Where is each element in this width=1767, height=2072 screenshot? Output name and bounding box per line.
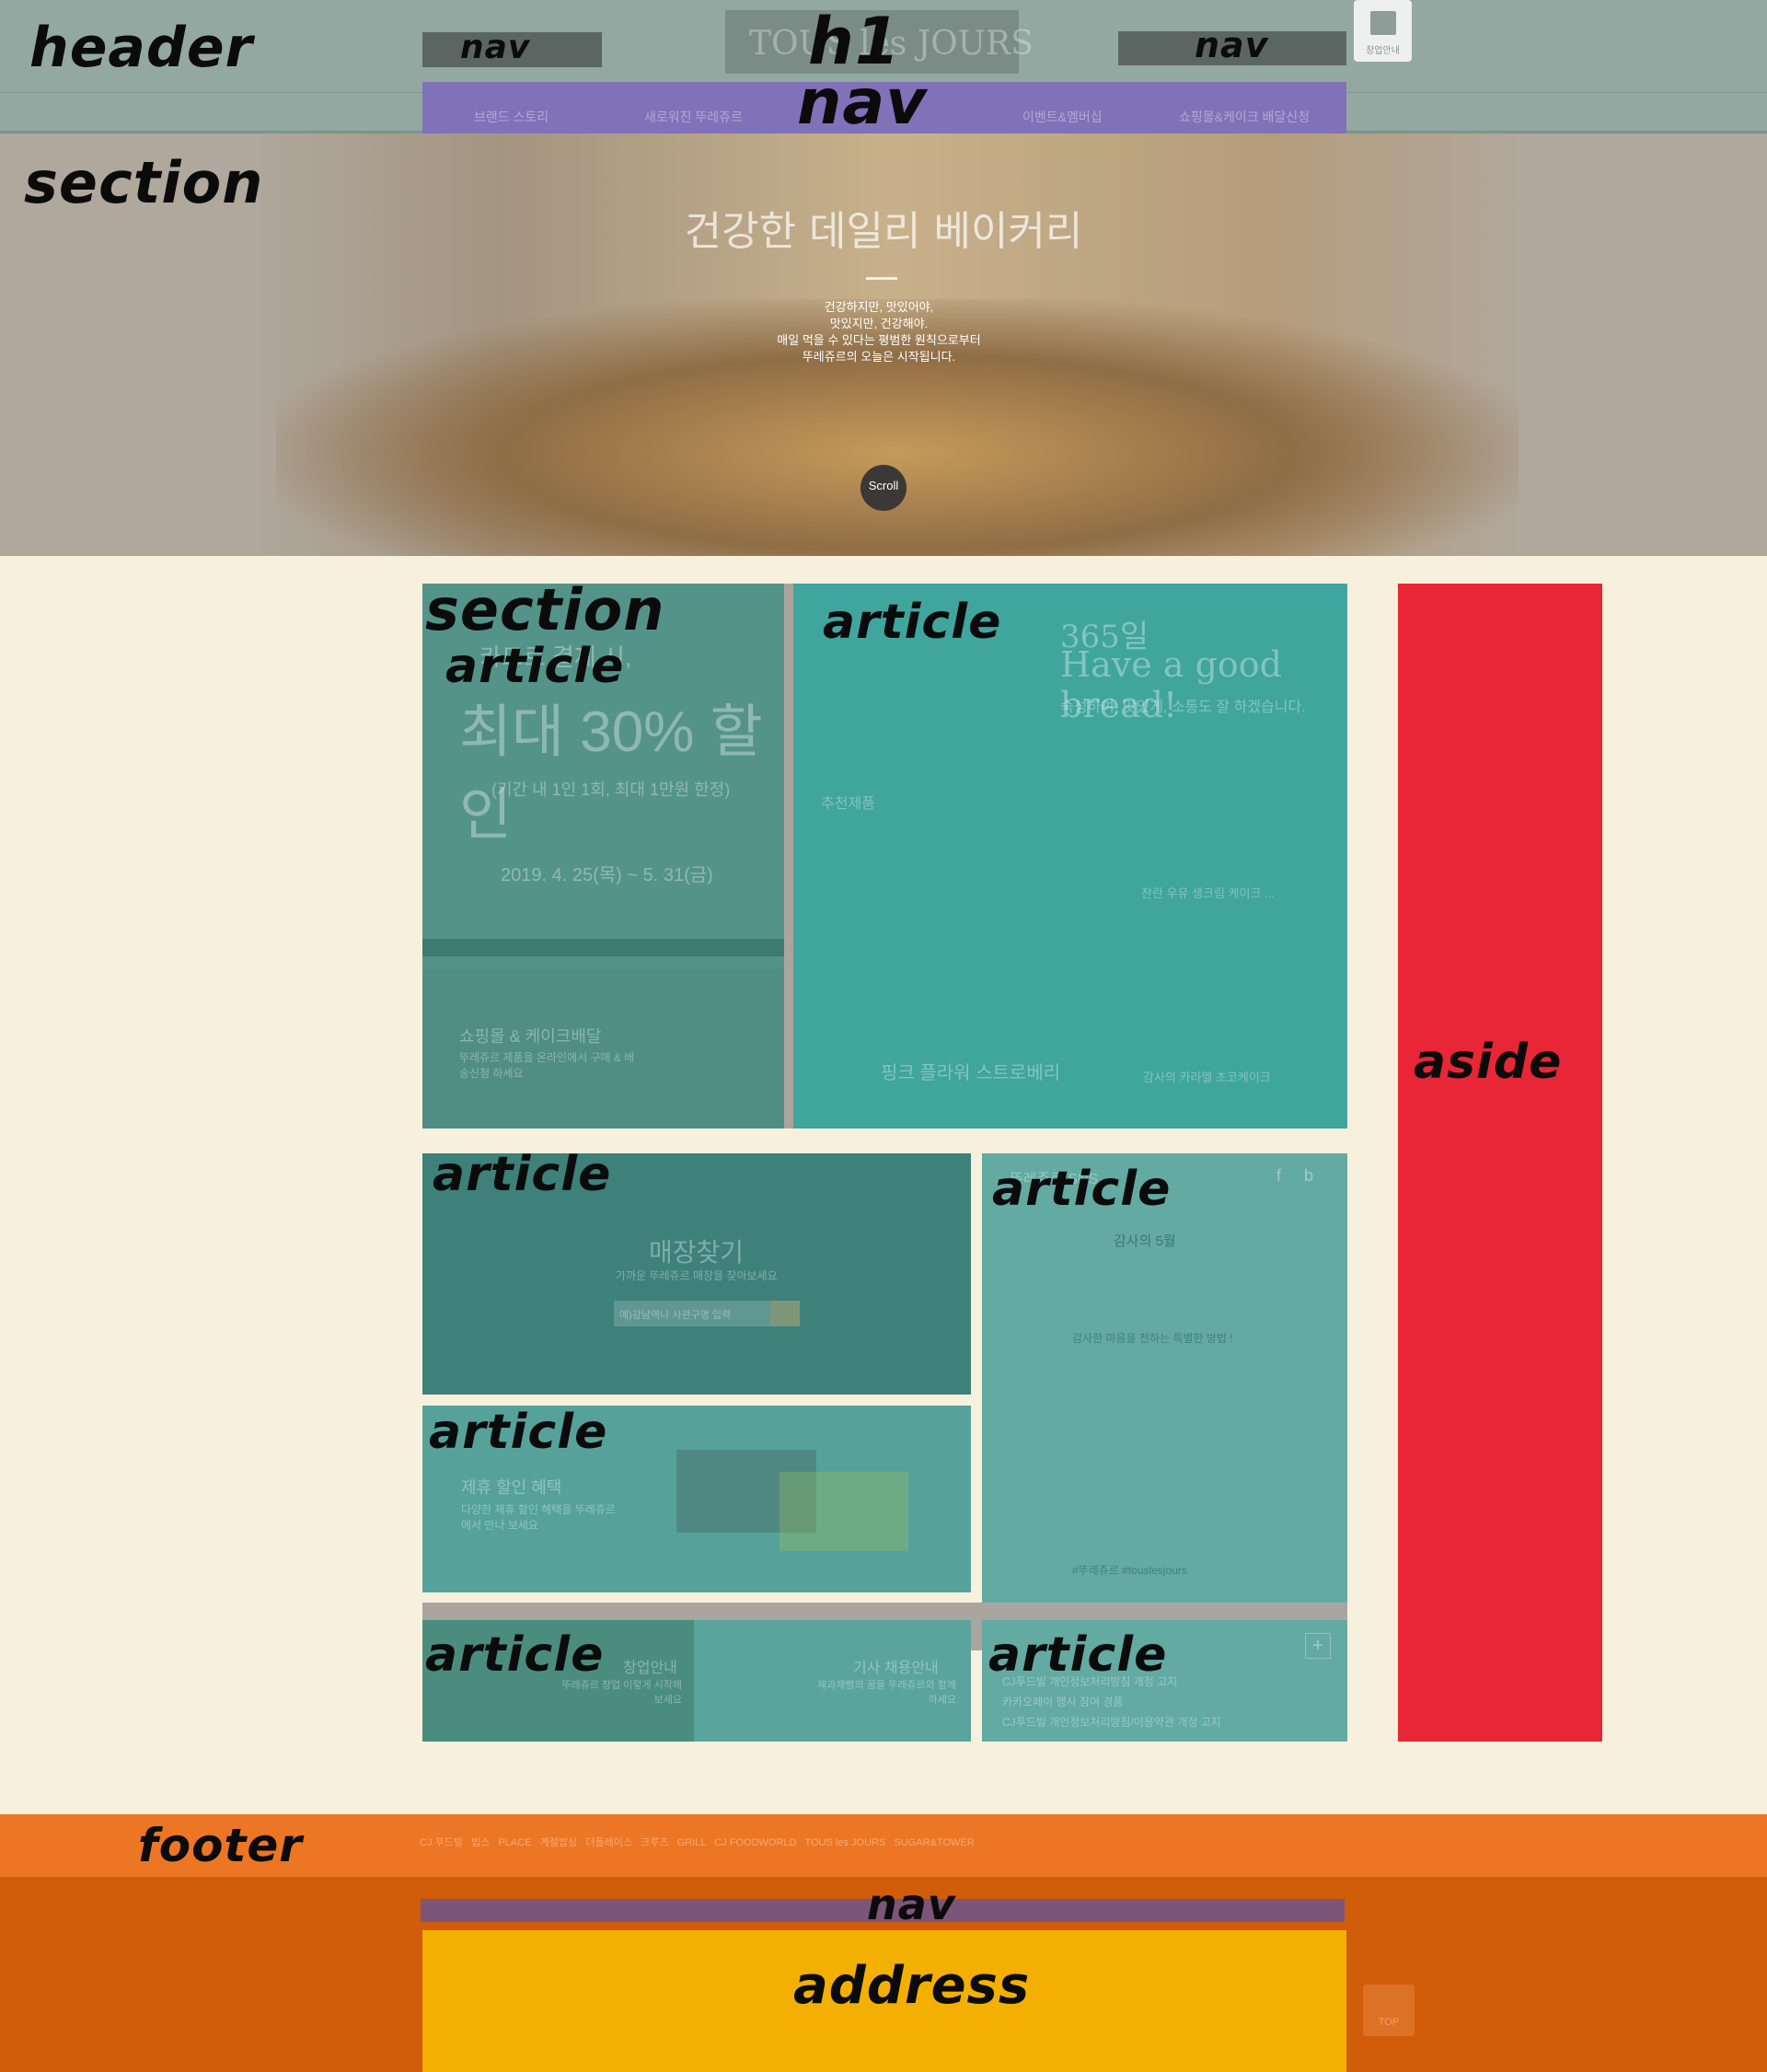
promo-period: 2019. 4. 25(목) ~ 5. 31(금) [501, 865, 713, 886]
label-gnb: nav [797, 66, 928, 139]
facebook-icon[interactable]: f [1276, 1166, 1281, 1186]
label-job-article: article [425, 1627, 605, 1683]
label-store-article: article [433, 1147, 612, 1202]
label-social-nav: nav [460, 29, 531, 66]
family-brand[interactable]: 크루즈 [641, 1837, 668, 1848]
family-brand[interactable]: TOUS les JOURS [804, 1837, 885, 1848]
family-brand[interactable]: SUGAR&TOWER [894, 1837, 974, 1848]
search-icon[interactable] [770, 1301, 800, 1326]
recommend-article[interactable]: 365일 Have a good bread! 숙성하여, 맛있게, 소통도 잘… [793, 584, 1347, 1129]
hero-line: 맛있지만, 건강해야. [829, 317, 929, 330]
family-brand[interactable]: GRILL [677, 1837, 706, 1848]
store-sub: 가까운 뚜레쥬르 매장을 찾아보세요 [616, 1269, 778, 1282]
label-sns-article: article [992, 1162, 1172, 1217]
product-name[interactable]: 찬란 우유 생크림 케이크 ... [1141, 884, 1275, 901]
shop-banner[interactable]: 쇼핑몰 & 케이크배달 뚜레쥬르 제품을 온라인에서 구매 & 배송신청 하세요 [422, 968, 784, 1129]
slogan-sub: 숙성하여, 맛있게, 소통도 잘 하겠습니다. [1060, 700, 1306, 715]
store-title: 매장찾기 [649, 1238, 745, 1267]
family-brand-list[interactable]: CJ 푸드빌 빕스 PLACE 계절밥상 더플레이스 크루즈 GRILL CJ … [420, 1835, 975, 1849]
card-image [780, 1472, 908, 1551]
hero-section: 건강한 데일리 베이커리 건강하지만, 맛있어야, 맛있지만, 건강해야. 매일… [0, 133, 1767, 556]
family-brand[interactable]: 더플레이스 [585, 1837, 632, 1848]
family-brand[interactable]: CJ FOODWORLD [714, 1837, 796, 1848]
gnb-item-brand-story[interactable]: 브랜드 스토리 [474, 108, 549, 126]
job-right-title: 기사 채용안내 [853, 1661, 939, 1676]
blog-icon[interactable]: b [1304, 1166, 1313, 1186]
promo-big: 최대 30% 할인 [459, 700, 763, 847]
partner-desc: 다양한 제휴 할인 혜택을 뚜레쥬르에서 만나 보세요 [461, 1503, 616, 1532]
store-icon [1370, 11, 1396, 35]
label-footer-nav: nav [867, 1880, 956, 1929]
scroll-button[interactable]: Scroll [860, 465, 907, 511]
promo-sub: (기간 내 1인 1회, 최대 1만원 한정) [491, 781, 731, 799]
job-left-title: 창업안내 [623, 1661, 677, 1676]
gnb-item-new[interactable]: 새로워진 뚜레쥬르 [644, 108, 743, 126]
recommend-title: 추천제품 [821, 796, 875, 812]
label-notice-article: article [988, 1627, 1168, 1683]
gnb-item-event[interactable]: 이벤트&멤버십 [1022, 108, 1103, 126]
label-partner-article: article [429, 1405, 608, 1460]
sns-post-title: 감사의 5월 [1114, 1233, 1176, 1249]
sns-line: 감사한 마음을 전하는 특별한 방법 ! [1072, 1332, 1233, 1345]
scroll-label: Scroll [868, 479, 899, 492]
label-hero-section: section [24, 149, 264, 216]
hero-line: 매일 먹을 수 있다는 평범한 원칙으로부터 [777, 333, 981, 347]
label-logo: h1 [808, 4, 901, 79]
hero-title: 건강한 데일리 베이커리 [684, 208, 1083, 255]
franchise-label: 창업안내 [1366, 46, 1400, 56]
label-main-section: section [425, 576, 665, 643]
label-promo-article: article [445, 639, 625, 694]
shop-title: 쇼핑몰 & 케이크배달 [459, 1027, 602, 1046]
aside-panel [1398, 584, 1602, 1742]
label-address: address [793, 1956, 1031, 2016]
store-search-placeholder: 예)강남역나 사관구명 입력 [619, 1310, 732, 1321]
label-aside: aside [1414, 1035, 1563, 1090]
partner-title: 제휴 할인 혜택 [461, 1478, 562, 1497]
label-header: header [29, 16, 254, 80]
product-name[interactable]: 핑크 플라워 스트로베리 [881, 1058, 1060, 1084]
product-name[interactable]: 감사의 카라멜 초코케이크 [1143, 1068, 1271, 1085]
job-right-desc: 제과제빵의 꿈을 뚜레쥬르와 함께 하세요 [817, 1680, 956, 1706]
label-util-nav: nav [1195, 25, 1269, 65]
shop-desc: 뚜레쥬르 제품을 온라인에서 구매 & 배송신청 하세요 [459, 1051, 635, 1080]
hero-line: 뚜레쥬르의 오늘은 시작됩니다. [802, 350, 956, 364]
family-brand[interactable]: 계절밥상 [540, 1837, 577, 1848]
more-icon[interactable]: + [1305, 1633, 1331, 1659]
franchise-button[interactable]: 창업안내 [1354, 0, 1412, 62]
notice-item[interactable]: CJ푸드빌 개인정보처리방침/이용약관 개정 고지 [1002, 1714, 1221, 1730]
promo-pagination[interactable] [422, 939, 784, 956]
family-brand[interactable]: PLACE [498, 1837, 531, 1848]
gnb-item-shop[interactable]: 쇼핑몰&케이크 배달신청 [1179, 108, 1310, 126]
hero-line: 건강하지만, 맛있어야, [824, 300, 934, 314]
notice-item[interactable]: 카카오페이 행사 참여 경품 [1002, 1694, 1123, 1709]
hero-divider [866, 277, 897, 280]
hero-copy: 건강하지만, 맛있어야, 맛있지만, 건강해야. 매일 먹을 수 있다는 평범한… [718, 299, 1040, 365]
sns-article[interactable]: 뚜레쥬르 SNS f b 감사의 5월 감사한 마음을 전하는 특별한 방법 !… [982, 1153, 1347, 1603]
label-recommend-article: article [823, 595, 1002, 650]
top-label: TOP [1378, 2017, 1400, 2028]
family-brand[interactable]: 빕스 [471, 1837, 490, 1848]
top-button[interactable]: TOP [1363, 1985, 1415, 2036]
label-footer: footer [138, 1819, 303, 1872]
store-search-input[interactable]: 예)강남역나 사관구명 입력 [614, 1301, 770, 1326]
family-brand[interactable]: CJ 푸드빌 [420, 1837, 463, 1848]
sns-hashtags: #뚜레쥬르 #touslesjours [1072, 1564, 1187, 1577]
